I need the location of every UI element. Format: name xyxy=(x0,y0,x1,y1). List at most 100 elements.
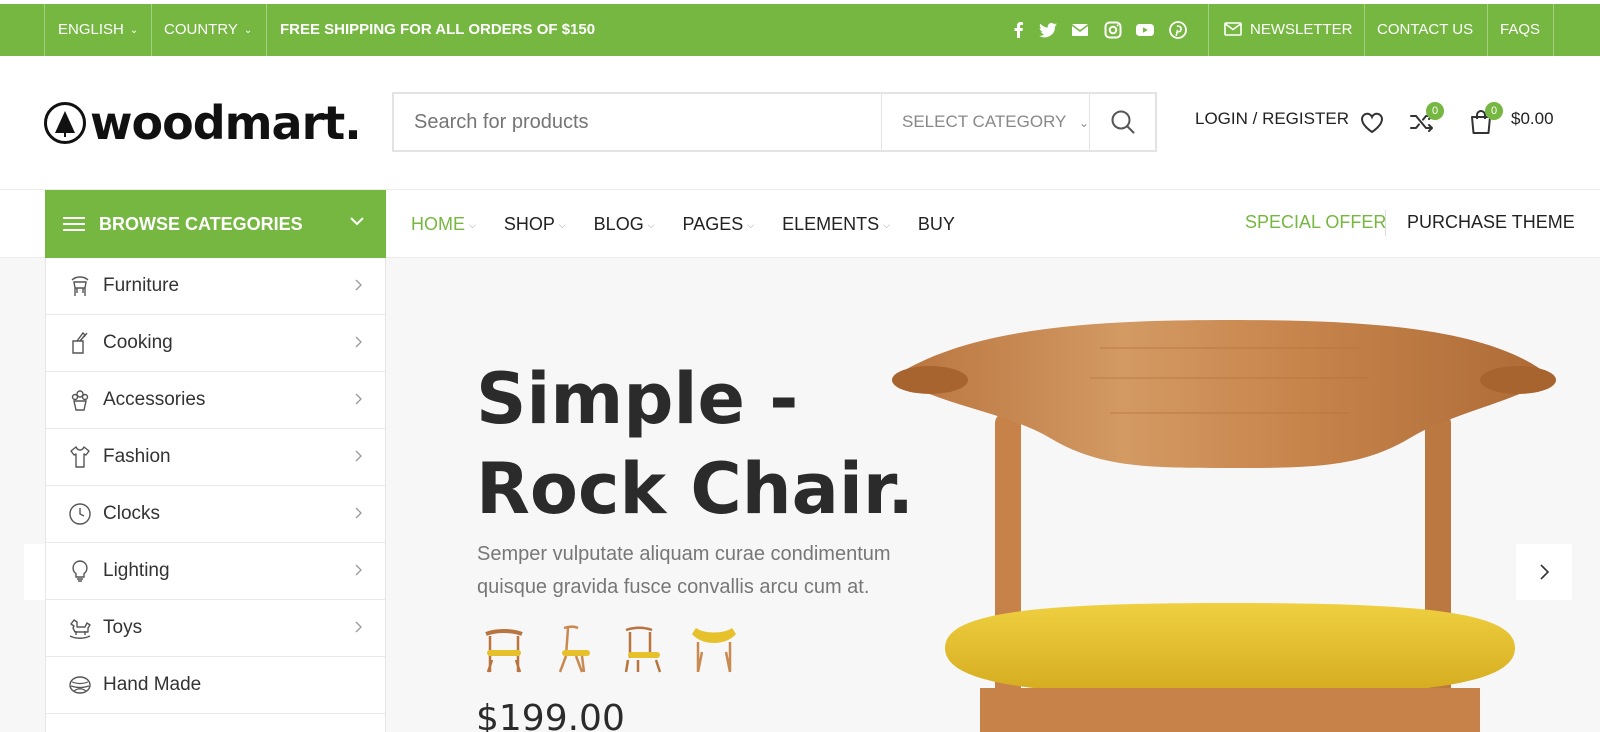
language-selector[interactable]: ENGLISH ⌄ xyxy=(58,4,138,56)
pinterest-icon[interactable] xyxy=(1168,20,1188,40)
hero-title-line: Simple - xyxy=(476,358,799,440)
browse-categories-button[interactable]: BROWSE CATEGORIES xyxy=(45,190,386,258)
heart-icon xyxy=(1360,112,1384,134)
category-item-lighting[interactable]: Lighting xyxy=(46,543,385,600)
search-input[interactable] xyxy=(394,94,881,150)
category-label: Cooking xyxy=(103,332,173,353)
category-label: Lighting xyxy=(103,560,170,581)
cart-button[interactable]: 0 xyxy=(1467,102,1503,136)
language-label: ENGLISH xyxy=(58,21,124,38)
divider xyxy=(1208,4,1209,56)
menu-item-blog[interactable]: BLOG ⌵ xyxy=(594,214,655,235)
divider xyxy=(1385,210,1386,236)
cart-total[interactable]: $0.00 xyxy=(1511,109,1554,129)
menu-item-home[interactable]: HOME ⌵ xyxy=(411,214,476,235)
chair-thumbnail[interactable] xyxy=(616,620,672,676)
divider xyxy=(266,4,267,56)
facebook-icon[interactable] xyxy=(1009,20,1029,40)
menu-label: ELEMENTS xyxy=(782,213,880,234)
contact-link[interactable]: CONTACT US xyxy=(1377,4,1473,56)
top-bar: ENGLISH ⌄ COUNTRY ⌄ FREE SHIPPING FOR ALL … xyxy=(0,0,1600,56)
promo-text: FREE SHIPPING FOR ALL ORDERS OF $150 xyxy=(280,21,596,38)
cart-count-badge: 0 xyxy=(1485,102,1503,120)
chair-thumbnail[interactable] xyxy=(686,620,742,676)
country-selector[interactable]: COUNTRY ⌄ xyxy=(164,4,252,56)
menu-label: PAGES xyxy=(682,213,744,234)
tree-logo-icon xyxy=(44,102,86,144)
chevron-right-icon xyxy=(355,564,362,576)
hero-slider: Furniture Cooking Accessories Fashion Cl… xyxy=(0,258,1600,732)
rocking-horse-icon xyxy=(68,616,92,640)
envelope-icon xyxy=(1224,7,1242,59)
chevron-right-icon xyxy=(1540,564,1550,580)
search-bar: SELECT CATEGORY ⌄ xyxy=(392,92,1157,152)
chevron-right-icon xyxy=(355,450,362,462)
category-item-hand-made[interactable]: Hand Made xyxy=(46,657,385,714)
divider xyxy=(1364,4,1365,56)
site-logo[interactable]: woodmart. xyxy=(44,96,362,150)
hero-description: Semper vulputate aliquam curae condiment… xyxy=(477,543,891,598)
category-item-toys[interactable]: Toys xyxy=(46,600,385,657)
menu-label: HOME xyxy=(411,213,465,234)
category-label: Accessories xyxy=(103,389,206,410)
email-icon[interactable] xyxy=(1070,20,1090,40)
divider xyxy=(1487,4,1488,56)
hero-price: $199.00 xyxy=(476,698,625,732)
menu-label: BUY xyxy=(917,213,955,234)
chevron-down-icon: ⌵ xyxy=(883,219,890,230)
twitter-icon[interactable] xyxy=(1038,20,1058,40)
menu-item-shop[interactable]: SHOP ⌵ xyxy=(504,214,566,235)
chevron-down-icon: ⌄ xyxy=(129,25,139,36)
category-item-fashion[interactable]: Fashion xyxy=(46,429,385,486)
category-item-clocks[interactable]: Clocks xyxy=(46,486,385,543)
chevron-right-icon xyxy=(355,507,362,519)
faqs-link[interactable]: FAQS xyxy=(1500,4,1540,56)
menu-label: SHOP xyxy=(503,213,555,234)
country-label: COUNTRY xyxy=(164,21,238,38)
chevron-down-icon: ⌄ xyxy=(243,25,253,36)
login-register-link[interactable]: LOGIN / REGISTER xyxy=(1195,109,1349,129)
menu-item-buy[interactable]: BUY xyxy=(918,214,955,235)
category-label: Fashion xyxy=(103,446,171,467)
hamburger-icon xyxy=(63,213,85,235)
menu-item-pages[interactable]: PAGES ⌵ xyxy=(683,214,755,235)
wishlist-button[interactable] xyxy=(1358,108,1386,136)
chevron-down-icon: ⌵ xyxy=(747,219,755,230)
chair-image xyxy=(892,320,1556,732)
site-header: woodmart. SELECT CATEGORY ⌄ LOGIN / REGI… xyxy=(0,56,1600,190)
divider xyxy=(151,4,152,56)
youtube-icon[interactable] xyxy=(1135,20,1155,40)
category-label: Furniture xyxy=(103,275,180,296)
chevron-right-icon xyxy=(355,336,362,348)
category-item-furniture[interactable]: Furniture xyxy=(46,258,385,315)
newsletter-link[interactable]: NEWSLETTER xyxy=(1224,4,1353,56)
category-label: Toys xyxy=(103,617,143,638)
chevron-right-icon xyxy=(355,393,362,405)
category-item-accessories[interactable]: Accessories xyxy=(46,372,385,429)
newsletter-label: NEWSLETTER xyxy=(1250,21,1353,38)
divider xyxy=(1553,4,1554,56)
slider-next-button[interactable] xyxy=(1516,544,1572,600)
category-select-label: SELECT CATEGORY xyxy=(902,112,1067,131)
clock-icon xyxy=(68,502,92,526)
menu-label: BLOG xyxy=(593,213,644,234)
instagram-icon[interactable] xyxy=(1103,20,1123,40)
category-select[interactable]: SELECT CATEGORY ⌄ xyxy=(881,94,1089,150)
category-label: Clocks xyxy=(103,503,161,524)
primary-menu: HOME ⌵ SHOP ⌵ BLOG ⌵ PAGES ⌵ ELEMENTS ⌵ BUY xyxy=(411,190,983,258)
special-offer-link[interactable]: SPECIAL OFFER xyxy=(1245,212,1386,233)
compare-button[interactable]: 0 xyxy=(1408,102,1444,136)
hero-title: Simple - Rock Chair. xyxy=(476,354,914,534)
color-variant-thumbnails xyxy=(476,620,756,676)
menu-item-elements[interactable]: ELEMENTS ⌵ xyxy=(782,214,890,235)
search-icon xyxy=(1111,110,1134,134)
chair-icon xyxy=(68,274,92,298)
chair-thumbnail[interactable] xyxy=(476,620,532,676)
divider xyxy=(44,4,45,56)
category-item-cooking[interactable]: Cooking xyxy=(46,315,385,372)
purchase-theme-link[interactable]: PURCHASE THEME xyxy=(1407,212,1575,233)
chevron-down-icon: ⌵ xyxy=(647,219,655,230)
chair-thumbnail[interactable] xyxy=(546,620,602,676)
search-button[interactable] xyxy=(1089,94,1155,150)
category-label: Hand Made xyxy=(103,674,202,695)
